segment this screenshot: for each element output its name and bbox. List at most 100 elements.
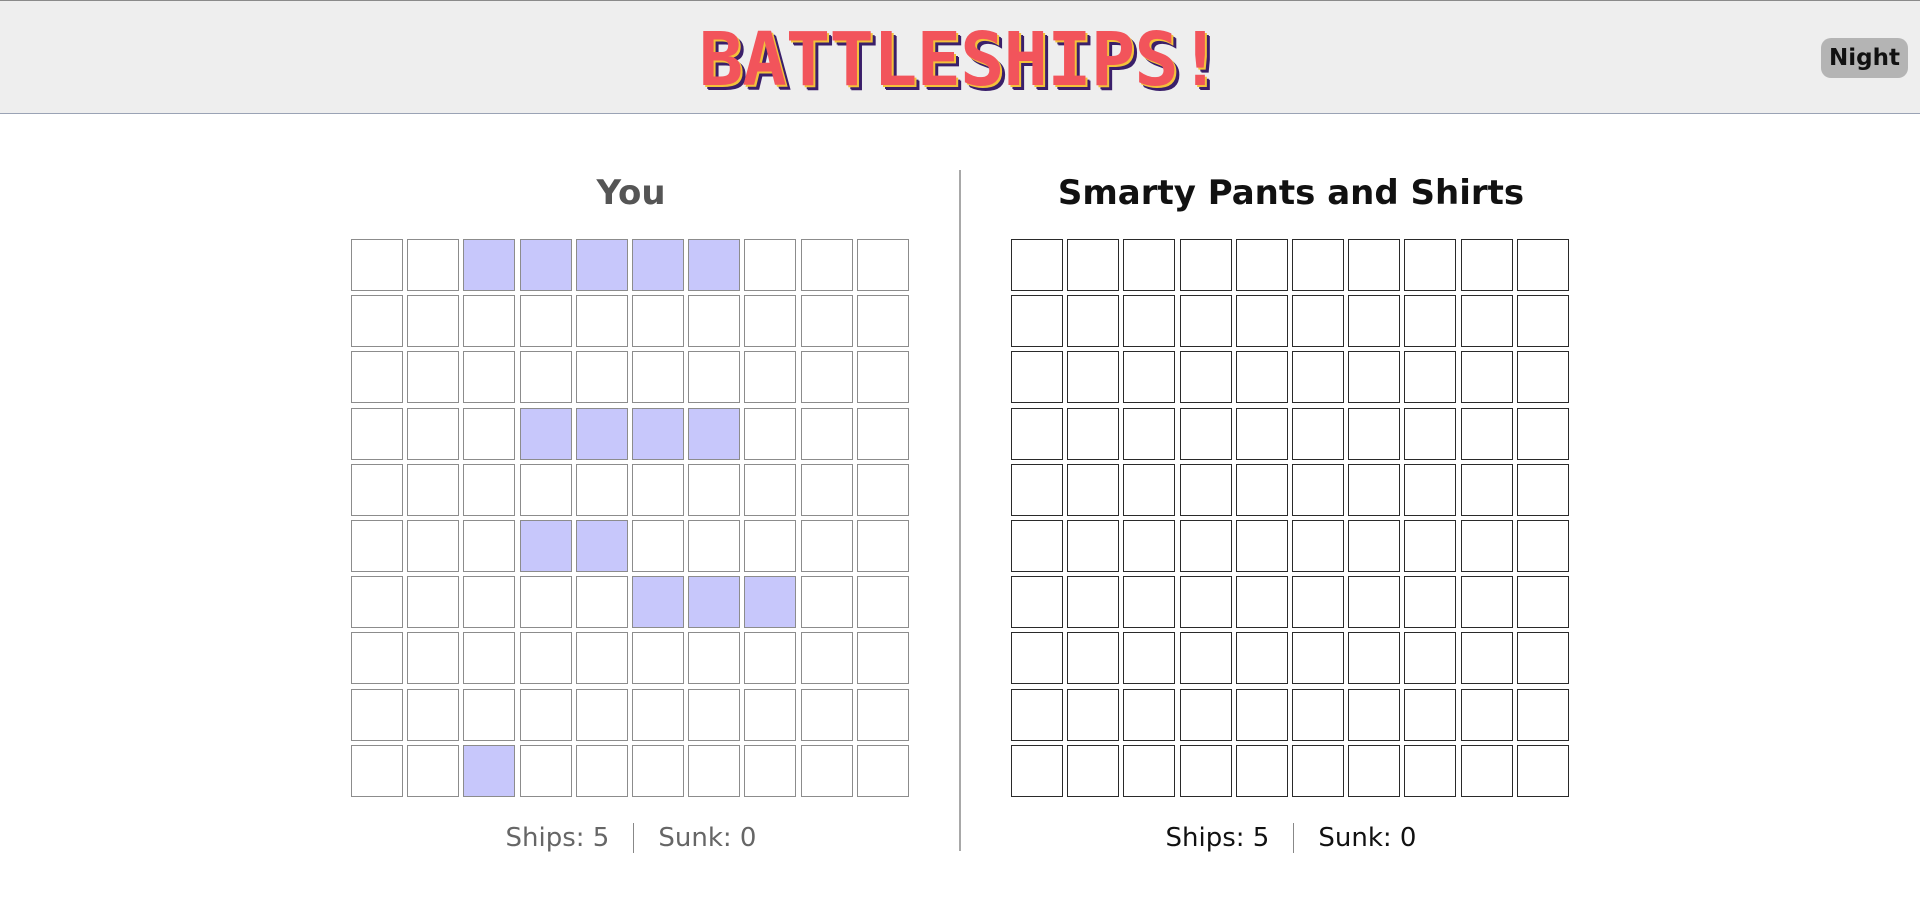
opponent-target-cell[interactable] — [1516, 351, 1569, 404]
opponent-target-cell[interactable] — [1123, 632, 1176, 685]
opponent-target-cell[interactable] — [1179, 519, 1232, 572]
opponent-target-cell[interactable] — [1404, 351, 1457, 404]
opponent-target-cell[interactable] — [1516, 688, 1569, 741]
opponent-target-cell[interactable] — [1291, 351, 1344, 404]
opponent-target-cell[interactable] — [1348, 239, 1401, 291]
opponent-target-cell[interactable] — [1291, 407, 1344, 460]
opponent-target-cell[interactable] — [1516, 239, 1569, 291]
opponent-target-cell[interactable] — [1348, 744, 1401, 797]
opponent-target-cell[interactable] — [1011, 688, 1063, 741]
opponent-target-cell[interactable] — [1460, 239, 1513, 291]
opponent-target-cell[interactable] — [1348, 407, 1401, 460]
opponent-target-cell[interactable] — [1179, 744, 1232, 797]
opponent-target-cell[interactable] — [1179, 295, 1232, 348]
opponent-target-cell[interactable] — [1123, 295, 1176, 348]
opponent-target-cell[interactable] — [1348, 463, 1401, 516]
opponent-target-cell[interactable] — [1235, 239, 1288, 291]
opponent-target-cell[interactable] — [1123, 519, 1176, 572]
opponent-target-cell[interactable] — [1067, 463, 1120, 516]
opponent-target-cell[interactable] — [1067, 295, 1120, 348]
opponent-target-cell[interactable] — [1348, 632, 1401, 685]
opponent-target-cell[interactable] — [1516, 744, 1569, 797]
opponent-target-cell[interactable] — [1067, 632, 1120, 685]
opponent-target-cell[interactable] — [1516, 519, 1569, 572]
opponent-target-cell[interactable] — [1067, 688, 1120, 741]
opponent-target-cell[interactable] — [1404, 239, 1457, 291]
opponent-target-cell[interactable] — [1404, 463, 1457, 516]
opponent-target-cell[interactable] — [1011, 576, 1063, 629]
opponent-target-cell[interactable] — [1460, 407, 1513, 460]
opponent-target-cell[interactable] — [1291, 688, 1344, 741]
opponent-target-cell[interactable] — [1516, 407, 1569, 460]
opponent-target-cell[interactable] — [1235, 688, 1288, 741]
opponent-target-cell[interactable] — [1404, 407, 1457, 460]
opponent-target-cell[interactable] — [1235, 576, 1288, 629]
opponent-target-cell[interactable] — [1123, 239, 1176, 291]
opponent-target-cell[interactable] — [1179, 407, 1232, 460]
opponent-target-cell[interactable] — [1516, 576, 1569, 629]
opponent-target-cell[interactable] — [1348, 295, 1401, 348]
opponent-target-cell[interactable] — [1067, 576, 1120, 629]
opponent-target-cell[interactable] — [1235, 519, 1288, 572]
opponent-target-cell[interactable] — [1460, 519, 1513, 572]
opponent-target-cell[interactable] — [1404, 744, 1457, 797]
opponent-target-cell[interactable] — [1123, 463, 1176, 516]
opponent-target-cell[interactable] — [1460, 688, 1513, 741]
opponent-target-cell[interactable] — [1348, 351, 1401, 404]
opponent-target-cell[interactable] — [1348, 688, 1401, 741]
opponent-target-cell[interactable] — [1460, 295, 1513, 348]
opponent-target-cell[interactable] — [1179, 688, 1232, 741]
opponent-target-cell[interactable] — [1067, 519, 1120, 572]
opponent-target-cell[interactable] — [1516, 632, 1569, 685]
opponent-target-cell[interactable] — [1404, 576, 1457, 629]
opponent-target-cell[interactable] — [1460, 463, 1513, 516]
opponent-target-cell[interactable] — [1179, 632, 1232, 685]
opponent-target-cell[interactable] — [1460, 576, 1513, 629]
opponent-target-cell[interactable] — [1291, 463, 1344, 516]
opponent-target-cell[interactable] — [1179, 576, 1232, 629]
opponent-target-cell[interactable] — [1011, 407, 1063, 460]
opponent-target-cell[interactable] — [1067, 239, 1120, 291]
opponent-target-cell[interactable] — [1067, 407, 1120, 460]
opponent-target-cell[interactable] — [1123, 351, 1176, 404]
opponent-target-cell[interactable] — [1067, 744, 1120, 797]
opponent-target-cell[interactable] — [1516, 463, 1569, 516]
opponent-target-cell[interactable] — [1291, 519, 1344, 572]
opponent-target-cell[interactable] — [1235, 744, 1288, 797]
opponent-target-cell[interactable] — [1460, 744, 1513, 797]
opponent-target-cell[interactable] — [1516, 295, 1569, 348]
opponent-target-cell[interactable] — [1404, 632, 1457, 685]
opponent-target-cell[interactable] — [1011, 744, 1063, 797]
opponent-target-cell[interactable] — [1011, 239, 1063, 291]
opponent-target-cell[interactable] — [1235, 295, 1288, 348]
opponent-target-cell[interactable] — [1011, 632, 1063, 685]
opponent-target-cell[interactable] — [1291, 576, 1344, 629]
opponent-target-cell[interactable] — [1348, 519, 1401, 572]
opponent-target-cell[interactable] — [1123, 576, 1176, 629]
night-mode-button[interactable]: Night — [1821, 38, 1908, 78]
opponent-target-cell[interactable] — [1123, 744, 1176, 797]
opponent-target-cell[interactable] — [1235, 407, 1288, 460]
opponent-target-cell[interactable] — [1011, 295, 1063, 348]
opponent-target-cell[interactable] — [1179, 239, 1232, 291]
opponent-target-cell[interactable] — [1179, 463, 1232, 516]
opponent-target-cell[interactable] — [1404, 295, 1457, 348]
opponent-target-cell[interactable] — [1460, 632, 1513, 685]
opponent-target-cell[interactable] — [1291, 744, 1344, 797]
opponent-target-cell[interactable] — [1179, 351, 1232, 404]
opponent-target-cell[interactable] — [1404, 688, 1457, 741]
opponent-target-cell[interactable] — [1404, 519, 1457, 572]
opponent-target-cell[interactable] — [1011, 519, 1063, 572]
opponent-target-cell[interactable] — [1235, 351, 1288, 404]
opponent-target-cell[interactable] — [1291, 295, 1344, 348]
opponent-target-cell[interactable] — [1348, 576, 1401, 629]
opponent-target-cell[interactable] — [1123, 407, 1176, 460]
opponent-target-cell[interactable] — [1011, 351, 1063, 404]
opponent-target-cell[interactable] — [1235, 463, 1288, 516]
opponent-target-cell[interactable] — [1011, 463, 1063, 516]
opponent-target-cell[interactable] — [1291, 239, 1344, 291]
opponent-target-cell[interactable] — [1235, 632, 1288, 685]
opponent-target-cell[interactable] — [1460, 351, 1513, 404]
opponent-target-cell[interactable] — [1123, 688, 1176, 741]
opponent-target-cell[interactable] — [1291, 632, 1344, 685]
